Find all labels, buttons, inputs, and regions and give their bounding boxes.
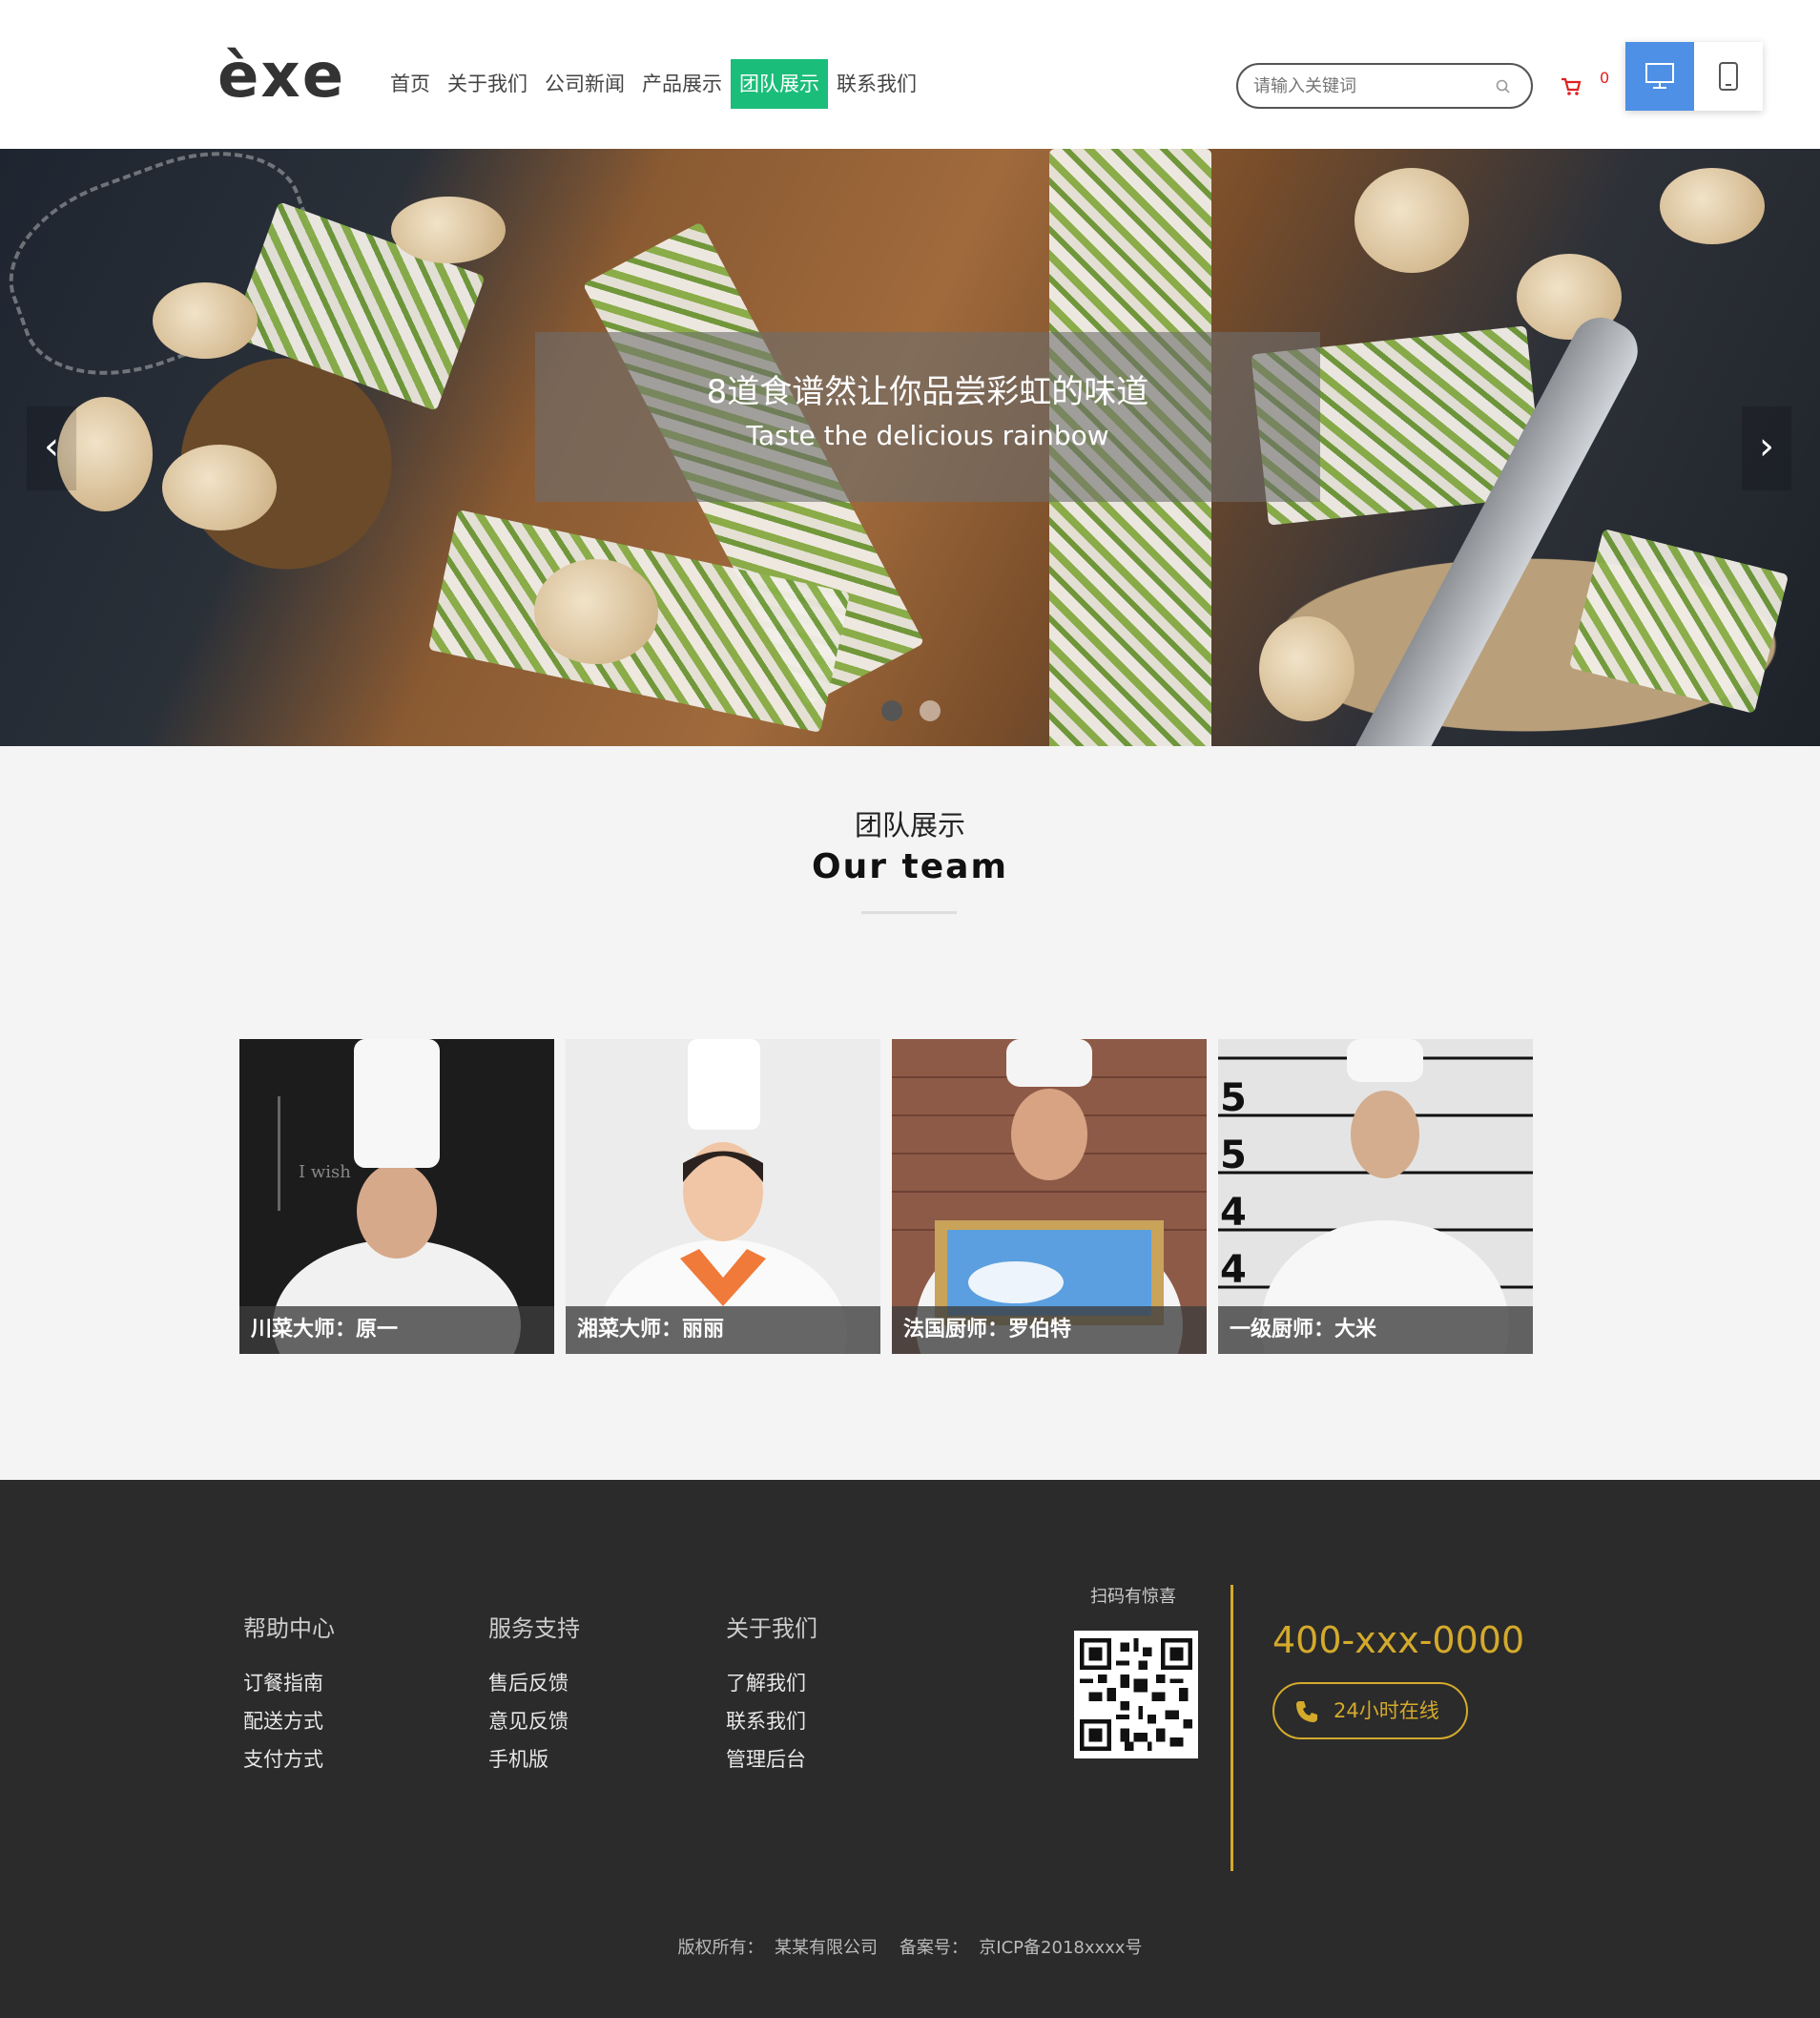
footer-column-about: 关于我们 了解我们 联系我们 管理后台	[726, 1610, 817, 1779]
nav-item-team[interactable]: 团队展示	[731, 59, 828, 109]
footer-link[interactable]: 联系我们	[726, 1702, 817, 1740]
svg-text:5: 5	[1220, 1134, 1247, 1177]
footer-link[interactable]: 订餐指南	[243, 1664, 335, 1702]
search-box	[1236, 63, 1533, 109]
cart-count: 0	[1600, 69, 1610, 87]
banner-title: 8道食谱然让你品尝彩虹的味道	[706, 373, 1149, 411]
device-switch	[1625, 42, 1763, 111]
footer-column-help: 帮助中心 订餐指南 配送方式 支付方式	[243, 1610, 335, 1779]
banner-subtitle: Taste the delicious rainbow	[746, 420, 1109, 451]
site-footer: 帮助中心 订餐指南 配送方式 支付方式 服务支持 售后反馈 意见反馈 手机版 关…	[0, 1480, 1820, 2018]
banner-next-arrow[interactable]: ›	[1742, 406, 1791, 490]
team-member-name: 一级厨师：大米	[1218, 1306, 1533, 1354]
monitor-icon	[1645, 63, 1674, 89]
pistachio-image	[162, 445, 277, 531]
online-service-label: 24小时在线	[1334, 1699, 1439, 1722]
logo[interactable]: èxe	[217, 42, 345, 111]
copyright-text: 版权所有： 某某有限公司 备案号： 京ICP备2018xxxx号	[677, 1938, 1143, 1958]
pistachio-image	[1355, 168, 1469, 273]
cart-icon[interactable]	[1561, 76, 1582, 97]
footer-column-title: 服务支持	[488, 1615, 580, 1642]
team-member-name: 川菜大师：原一	[239, 1306, 554, 1354]
team-member-name: 法国厨师：罗伯特	[892, 1306, 1207, 1354]
desktop-view-button[interactable]	[1625, 42, 1694, 111]
banner-pagination	[881, 700, 941, 721]
qr-code	[1074, 1631, 1198, 1758]
tablet-icon	[1719, 62, 1738, 91]
section-divider	[861, 911, 957, 914]
online-service-button[interactable]: 24小时在线	[1272, 1682, 1468, 1739]
footer-divider	[1231, 1585, 1233, 1871]
footer-link[interactable]: 配送方式	[243, 1702, 335, 1740]
pistachio-image	[1259, 616, 1355, 721]
footer-link[interactable]: 手机版	[488, 1740, 580, 1779]
footer-column-support: 服务支持 售后反馈 意见反馈 手机版	[488, 1610, 580, 1779]
nav-item-home[interactable]: 首页	[382, 59, 439, 109]
nav-item-contact[interactable]: 联系我们	[828, 59, 925, 109]
banner-caption: 8道食谱然让你品尝彩虹的味道 Taste the delicious rainb…	[535, 332, 1320, 502]
hero-banner: 8道食谱然让你品尝彩虹的味道 Taste the delicious rainb…	[0, 149, 1820, 746]
nav-item-products[interactable]: 产品展示	[633, 59, 731, 109]
site-header: èxe 首页 关于我们 公司新闻 产品展示 团队展示 联系我们 0	[0, 0, 1820, 149]
svg-text:4: 4	[1220, 1191, 1247, 1235]
hotline-number: 400-xxx-0000	[1272, 1619, 1525, 1661]
team-section-subtitle: Our team	[812, 847, 1008, 886]
svg-text:5: 5	[1220, 1076, 1247, 1120]
pistachio-image	[1660, 168, 1765, 244]
search-input[interactable]	[1253, 73, 1482, 99]
nav-item-news[interactable]: 公司新闻	[536, 59, 633, 109]
footer-link[interactable]: 了解我们	[726, 1664, 817, 1702]
phone-icon	[1296, 1701, 1317, 1722]
footer-link[interactable]: 意见反馈	[488, 1702, 580, 1740]
banner-prev-arrow[interactable]: ‹	[27, 406, 76, 490]
footer-link[interactable]: 支付方式	[243, 1740, 335, 1779]
qr-code-icon	[1080, 1638, 1192, 1751]
pistachio-image	[534, 559, 658, 664]
team-member-name: 湘菜大师：丽丽	[566, 1306, 880, 1354]
search-icon[interactable]	[1495, 78, 1512, 95]
qr-caption: 扫码有惊喜	[1090, 1587, 1176, 1607]
svg-text:4: 4	[1220, 1248, 1247, 1292]
team-section-title: 团队展示	[854, 809, 965, 842]
nav-item-about[interactable]: 关于我们	[439, 59, 536, 109]
footer-link[interactable]: 管理后台	[726, 1740, 817, 1779]
team-card[interactable]: 湘菜大师：丽丽	[566, 1039, 880, 1354]
nougat-image	[1568, 529, 1789, 714]
banner-dot-1[interactable]	[881, 700, 902, 721]
pistachio-image	[391, 197, 506, 263]
team-card[interactable]: 5 5 4 4 一级厨师：大米	[1218, 1039, 1533, 1354]
team-card[interactable]: 法国厨师：罗伯特	[892, 1039, 1207, 1354]
mobile-view-button[interactable]	[1694, 42, 1763, 111]
svg-text:I wish: I wish	[299, 1162, 351, 1182]
pistachio-image	[153, 282, 258, 359]
footer-link[interactable]: 售后反馈	[488, 1664, 580, 1702]
footer-column-title: 帮助中心	[243, 1615, 335, 1642]
banner-dot-2[interactable]	[920, 700, 941, 721]
main-nav: 首页 关于我们 公司新闻 产品展示 团队展示 联系我们	[382, 59, 925, 109]
team-card[interactable]: I wish 川菜大师：原一	[239, 1039, 554, 1354]
footer-column-title: 关于我们	[726, 1615, 817, 1642]
